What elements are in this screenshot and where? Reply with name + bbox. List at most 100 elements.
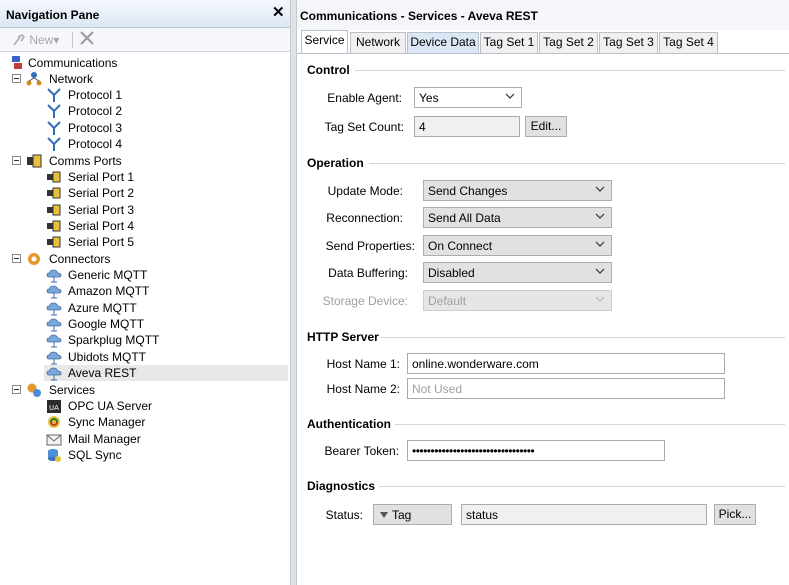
tree-node-label: Network [49, 72, 94, 86]
connectors-icon [28, 253, 40, 265]
tree-node-serial-port-3[interactable]: Serial Port 3 [46, 202, 286, 218]
host-name-1-input[interactable]: online.wonderware.com [407, 353, 725, 374]
host-name-2-placeholder: Not Used [412, 382, 463, 396]
tree-node-ubidots-mqtt[interactable]: Ubidots MQTT [46, 349, 286, 365]
data-buffering-select[interactable]: Disabled [423, 262, 612, 283]
tree-node-label: Sparkplug MQTT [68, 333, 160, 347]
collapse-icon[interactable] [12, 385, 21, 394]
tag-set-count-label: Tag Set Count: [324, 120, 404, 134]
tree-node-label: Services [49, 383, 96, 397]
tree-node-label: Protocol 1 [68, 88, 123, 102]
tree-node-amazon-mqtt[interactable]: Amazon MQTT [46, 283, 286, 299]
send-properties-label: Send Properties: [325, 239, 415, 253]
close-icon[interactable]: ✕ [272, 5, 285, 20]
new-button[interactable]: New▾ [12, 33, 59, 47]
edit-button[interactable]: Edit... [525, 116, 567, 137]
serial-port-icon [47, 204, 61, 216]
tab-tag-set-1[interactable]: Tag Set 1 [480, 32, 538, 53]
tree-node-serial-port-4[interactable]: Serial Port 4 [46, 218, 286, 234]
tree-node-aveva-rest[interactable]: Aveva REST [44, 365, 288, 381]
tree-node-services[interactable]: Services [6, 382, 286, 398]
tree-node-protocol-4[interactable]: Protocol 4 [46, 136, 286, 152]
new-button-label: New [29, 33, 54, 47]
tree-node-label: Connectors [49, 252, 111, 266]
reconnection-label: Reconnection: [326, 211, 403, 225]
tree-node-opc-ua-server[interactable]: UA OPC UA Server [46, 398, 286, 414]
data-buffering-value: Disabled [428, 266, 475, 280]
collapse-icon[interactable] [12, 254, 21, 263]
host-name-2-input[interactable]: Not Used [407, 378, 725, 399]
tree-node-label: Serial Port 2 [68, 186, 135, 200]
update-mode-label: Update Mode: [327, 184, 403, 198]
tab-tag-set-4[interactable]: Tag Set 4 [659, 32, 718, 53]
tree-node-label: Protocol 4 [68, 137, 123, 151]
tree-node-network[interactable]: Network [6, 71, 286, 87]
tab-device-data[interactable]: Device Data [407, 32, 479, 53]
tree-node-sparkplug-mqtt[interactable]: Sparkplug MQTT [46, 332, 286, 348]
protocol-icon [47, 88, 61, 102]
bearer-token-input[interactable]: ••••••••••••••••••••••••••••••••• [407, 440, 665, 461]
collapse-icon[interactable] [12, 156, 21, 165]
tree-node-protocol-3[interactable]: Protocol 3 [46, 120, 286, 136]
tab-tag-set-3[interactable]: Tag Set 3 [599, 32, 658, 53]
cloud-icon [46, 318, 62, 332]
pick-button[interactable]: Pick... [714, 504, 756, 525]
services-icon [27, 383, 41, 397]
reconnection-select[interactable]: Send All Data [423, 207, 612, 228]
delete-button[interactable] [79, 30, 95, 50]
group-title-authentication: Authentication [307, 417, 391, 431]
tree-node-communications[interactable]: Communications [6, 55, 286, 71]
protocol-icon [47, 104, 61, 118]
tree-node-azure-mqtt[interactable]: Azure MQTT [46, 300, 286, 316]
tree-node-comms-ports[interactable]: Comms Ports [6, 153, 286, 169]
tree-node-protocol-1[interactable]: Protocol 1 [46, 87, 286, 103]
tree-node-serial-port-5[interactable]: Serial Port 5 [46, 234, 286, 250]
serial-port-icon [47, 220, 61, 232]
update-mode-select[interactable]: Send Changes [423, 180, 612, 201]
collapse-icon[interactable] [12, 74, 21, 83]
tree-node-label: Aveva REST [68, 366, 137, 380]
tab-network[interactable]: Network [350, 32, 406, 53]
chevron-down-icon [505, 93, 515, 99]
tree-node-sync-manager[interactable]: Sync Manager [46, 414, 286, 430]
group-divider [379, 486, 785, 487]
tree-node-label: Generic MQTT [68, 268, 148, 282]
pane-splitter[interactable] [290, 0, 297, 585]
storage-device-select: Default [423, 290, 612, 311]
tree-node-mail-manager[interactable]: Mail Manager [46, 431, 286, 447]
protocol-icon [47, 137, 61, 151]
network-icon [26, 72, 42, 86]
tree-node-label: Google MQTT [68, 317, 145, 331]
tree-node-connectors[interactable]: Connectors [6, 251, 286, 267]
tree-node-label: Serial Port 4 [68, 219, 135, 233]
tree-node-serial-port-2[interactable]: Serial Port 2 [46, 185, 286, 201]
tab-tag-set-2[interactable]: Tag Set 2 [539, 32, 598, 53]
new-icon [13, 34, 25, 46]
chevron-down-icon [595, 268, 605, 274]
tag-type-dropdown[interactable]: Tag [373, 504, 452, 525]
data-buffering-label: Data Buffering: [328, 266, 408, 280]
group-divider [395, 424, 785, 425]
enable-agent-select[interactable]: Yes [414, 87, 522, 108]
tree-node-label: Serial Port 1 [68, 170, 135, 184]
group-divider [355, 70, 785, 71]
page-title: Communications - Services - Aveva REST [297, 0, 789, 30]
tree-node-sql-sync[interactable]: SQL Sync [46, 447, 286, 463]
host-name-1-label: Host Name 1: [326, 357, 400, 371]
tree-node-serial-port-1[interactable]: Serial Port 1 [46, 169, 286, 185]
chevron-down-icon [595, 186, 605, 192]
update-mode-value: Send Changes [428, 184, 508, 198]
tab-underline [297, 53, 789, 54]
tree-node-protocol-2[interactable]: Protocol 2 [46, 103, 286, 119]
tree-node-google-mqtt[interactable]: Google MQTT [46, 316, 286, 332]
group-title-http-server: HTTP Server [307, 330, 379, 344]
navigation-pane-header: Navigation Pane ✕ [0, 0, 290, 28]
tree-node-generic-mqtt[interactable]: Generic MQTT [46, 267, 286, 283]
svg-text:UA: UA [49, 404, 59, 412]
send-properties-select[interactable]: On Connect [423, 235, 612, 256]
storage-device-label: Storage Device: [322, 294, 408, 308]
serial-port-icon [47, 171, 61, 183]
enable-agent-label: Enable Agent: [327, 91, 402, 105]
tab-service[interactable]: Service [301, 30, 348, 54]
reconnection-value: Send All Data [428, 211, 501, 225]
